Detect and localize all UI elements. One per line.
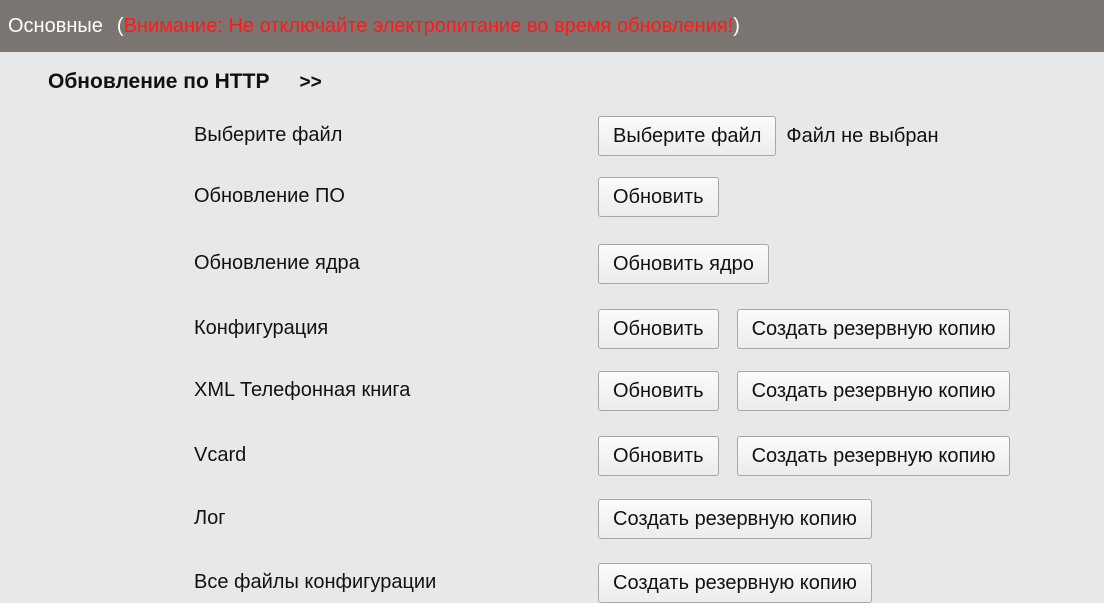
row-label: XML Телефонная книга [194,379,411,401]
row-label: Обновление ядра [194,252,360,274]
row-vcard: Vcard Обновить Создать резервную копию [0,436,1104,476]
row-label: Выберите файл [194,124,343,146]
row-label: Vcard [194,444,247,466]
file-status-text: Файл не выбран [786,124,939,147]
row-controls: Создать резервную копию [598,563,890,603]
xml-phonebook-backup-button[interactable]: Создать резервную копию [736,371,1011,411]
section-title-text: Обновление по HTTP [48,70,270,93]
section-expand-arrows[interactable]: >> [299,72,321,93]
row-label: Обновление ПО [194,185,345,207]
log-backup-button[interactable]: Создать резервную копию [598,499,872,539]
row-label: Все файлы конфигурации [194,571,437,593]
row-controls: Обновить [598,177,737,217]
row-label: Лог [194,507,226,529]
vcard-backup-button[interactable]: Создать резервную копию [736,436,1011,476]
warning-open-paren: ( [116,14,124,37]
configuration-update-button[interactable]: Обновить [598,309,719,349]
row-kernel-update: Обновление ядра Обновить ядро [0,244,1104,284]
section-title: Обновление по HTTP >> [48,70,322,94]
choose-file-button[interactable]: Выберите файл [598,116,777,156]
row-controls: Обновить Создать резервную копию [598,309,1028,349]
warning-close-paren: ) [733,14,740,37]
xml-phonebook-update-button[interactable]: Обновить [598,371,719,411]
row-controls: Обновить ядро [598,244,787,284]
row-xml-phonebook: XML Телефонная книга Обновить Создать ре… [0,371,1104,411]
row-log: Лог Создать резервную копию [0,499,1104,539]
header-title: Основные [8,14,103,37]
kernel-update-button[interactable]: Обновить ядро [598,244,769,284]
firmware-update-button[interactable]: Обновить [598,177,719,217]
row-all-config-files: Все файлы конфигурации Создать резервную… [0,563,1104,603]
vcard-update-button[interactable]: Обновить [598,436,719,476]
row-controls: Создать резервную копию [598,499,890,539]
row-configuration: Конфигурация Обновить Создать резервную … [0,309,1104,349]
row-controls: Выберите файл Файл не выбран [598,116,939,156]
row-label: Конфигурация [194,317,329,339]
row-controls: Обновить Создать резервную копию [598,436,1028,476]
warning-notice: (Внимание: Не отключайте электропитание … [117,15,740,38]
configuration-backup-button[interactable]: Создать резервную копию [736,309,1011,349]
header-bar: Основные (Внимание: Не отключайте электр… [0,0,1104,52]
all-config-backup-button[interactable]: Создать резервную копию [598,563,872,603]
row-firmware-update: Обновление ПО Обновить [0,177,1104,217]
warning-text: Внимание: Не отключайте электропитание в… [123,14,734,37]
row-choose-file: Выберите файл Выберите файл Файл не выбр… [0,116,1104,156]
row-controls: Обновить Создать резервную копию [598,371,1028,411]
